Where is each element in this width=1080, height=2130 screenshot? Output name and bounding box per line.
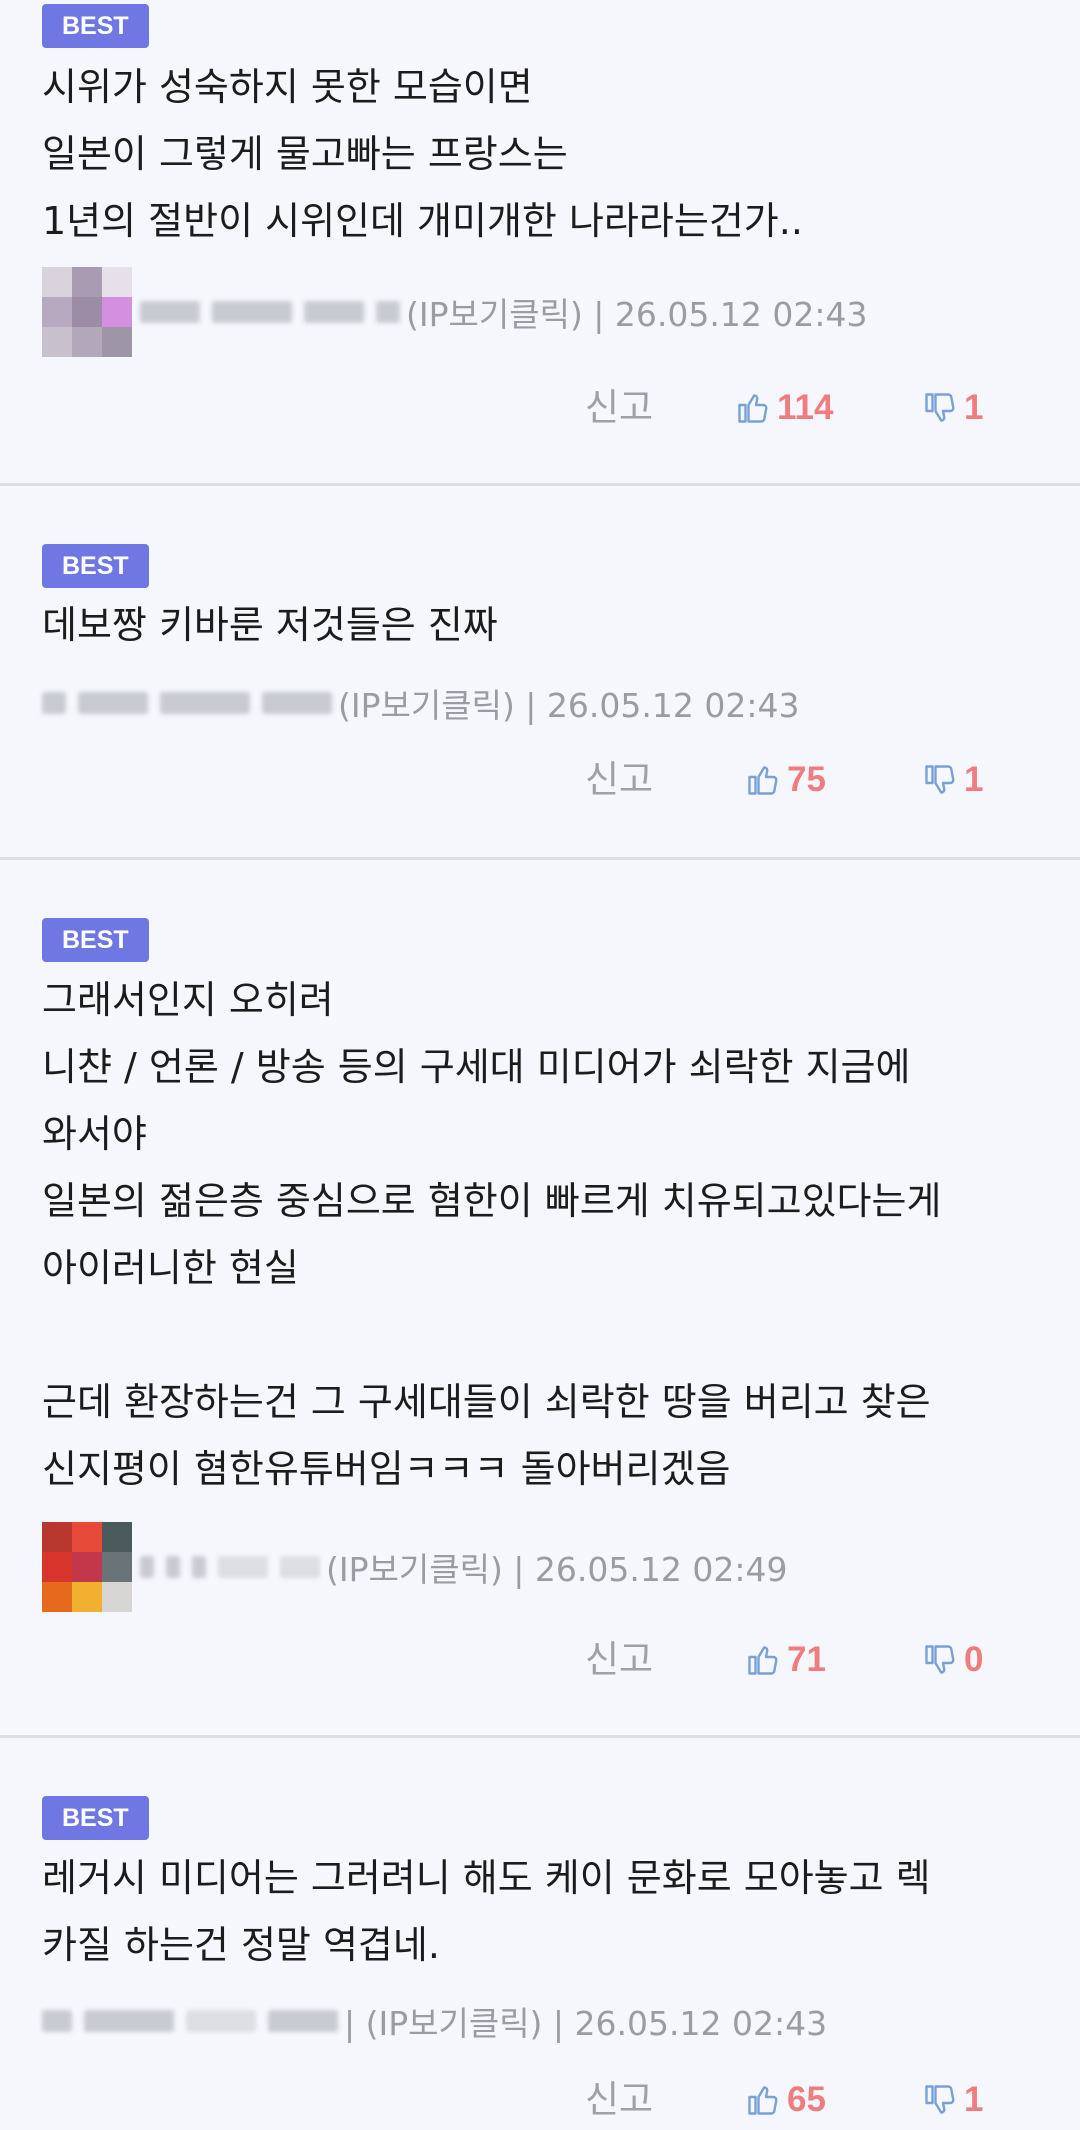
comment-actions: 신고 114 1 bbox=[0, 378, 1080, 438]
best-badge: BEST bbox=[42, 4, 149, 48]
comment-line: 일본이 그렇게 물고빠는 프랑스는 bbox=[42, 132, 568, 176]
comment-meta: (IP보기클릭) | 26.05.12 02:43 bbox=[42, 658, 799, 748]
like-count: 75 bbox=[787, 760, 826, 799]
comment-body: 데보짱 키바룬 저것들은 진짜 bbox=[42, 592, 1042, 659]
comment-meta-text[interactable]: | (IP보기클릭) | 26.05.12 02:43 bbox=[344, 1997, 827, 2045]
like-count: 71 bbox=[787, 1640, 826, 1679]
report-button[interactable]: 신고 bbox=[585, 2070, 653, 2130]
like-button[interactable]: 71 bbox=[745, 1630, 826, 1690]
comment-meta: (IP보기클릭) | 26.05.12 02:43 bbox=[42, 267, 867, 357]
like-button[interactable]: 65 bbox=[745, 2070, 826, 2130]
comment-line: 아이러니한 현실 bbox=[42, 1246, 299, 1290]
comment-body: 그래서인지 오히려 니챤 / 언론 / 방송 등의 구세대 미디어가 쇠락한 지… bbox=[42, 967, 1042, 1503]
comment-item: BEST 시위가 성숙하지 못한 모습이면 일본이 그렇게 물고빠는 프랑스는 … bbox=[0, 0, 1080, 486]
comment-line: 데보짱 키바룬 저것들은 진짜 bbox=[42, 603, 498, 647]
comment-line: 그래서인지 오히려 bbox=[42, 978, 334, 1022]
comment-item: BEST 데보짱 키바룬 저것들은 진짜 (IP보기클릭) | 26.05.12… bbox=[0, 486, 1080, 860]
comment-line: 와서야 bbox=[42, 1112, 147, 1156]
best-badge: BEST bbox=[42, 544, 149, 588]
comment-item: BEST 그래서인지 오히려 니챤 / 언론 / 방송 등의 구세대 미디어가 … bbox=[0, 860, 1080, 1738]
comment-meta: | (IP보기클릭) | 26.05.12 02:43 bbox=[42, 1976, 827, 2066]
dislike-count: 1 bbox=[964, 2080, 984, 2119]
comment-line: 카질 하는건 정말 역겹네. bbox=[42, 1923, 440, 1967]
best-badge: BEST bbox=[42, 918, 149, 962]
dislike-button[interactable]: 1 bbox=[922, 750, 983, 810]
thumbs-down-icon bbox=[925, 1645, 955, 1674]
report-button[interactable]: 신고 bbox=[585, 378, 653, 438]
comment-meta-text[interactable]: (IP보기클릭) | 26.05.12 02:49 bbox=[326, 1543, 787, 1591]
comment-line: 시위가 성숙하지 못한 모습이면 bbox=[42, 65, 533, 109]
comment-body: 레거시 미디어는 그러려니 해도 케이 문화로 모아놓고 렉 카질 하는건 정말… bbox=[42, 1845, 1042, 1979]
comment-actions: 신고 75 1 bbox=[0, 750, 1080, 810]
comment-list: BEST 시위가 성숙하지 못한 모습이면 일본이 그렇게 물고빠는 프랑스는 … bbox=[0, 0, 1080, 2130]
comment-line: 근데 환장하는건 그 구세대들이 쇠락한 땅을 버리고 찾은 bbox=[42, 1380, 931, 1424]
avatar[interactable] bbox=[42, 267, 132, 357]
author-name-blurred[interactable] bbox=[140, 1556, 320, 1578]
comment-line: 1년의 절반이 시위인데 개미개한 나라라는건가.. bbox=[42, 199, 803, 243]
comment-line bbox=[42, 1302, 1042, 1369]
thumbs-down-icon bbox=[925, 393, 955, 422]
dislike-count: 1 bbox=[964, 388, 984, 427]
like-count: 114 bbox=[777, 388, 834, 427]
thumbs-up-icon bbox=[748, 766, 778, 795]
thumbs-up-icon bbox=[748, 1646, 778, 1675]
comment-line: 레거시 미디어는 그러려니 해도 케이 문화로 모아놓고 렉 bbox=[42, 1856, 931, 1900]
comment-actions: 신고 71 0 bbox=[0, 1630, 1080, 1690]
report-button[interactable]: 신고 bbox=[585, 1630, 653, 1690]
comment-item: BEST 레거시 미디어는 그러려니 해도 케이 문화로 모아놓고 렉 카질 하… bbox=[0, 1738, 1080, 2130]
author-name-blurred[interactable] bbox=[140, 301, 400, 323]
comment-meta-text[interactable]: (IP보기클릭) | 26.05.12 02:43 bbox=[338, 679, 799, 727]
dislike-button[interactable]: 1 bbox=[922, 378, 983, 438]
thumbs-down-icon bbox=[925, 765, 955, 794]
comment-line: 일본의 젊은층 중심으로 혐한이 빠르게 치유되고있다는게 bbox=[42, 1179, 942, 1223]
dislike-count: 1 bbox=[964, 760, 984, 799]
comment-line: 신지평이 혐한유튜버임ㅋㅋㅋ 돌아버리겠음 bbox=[42, 1447, 731, 1491]
author-name-blurred[interactable] bbox=[42, 692, 332, 714]
like-button[interactable]: 75 bbox=[745, 750, 826, 810]
like-count: 65 bbox=[787, 2080, 826, 2119]
thumbs-up-icon bbox=[748, 2086, 778, 2115]
dislike-button[interactable]: 0 bbox=[922, 1630, 983, 1690]
avatar[interactable] bbox=[42, 1522, 132, 1612]
dislike-count: 0 bbox=[964, 1640, 984, 1679]
author-name-blurred[interactable] bbox=[42, 2010, 338, 2032]
comment-meta-text[interactable]: (IP보기클릭) | 26.05.12 02:43 bbox=[406, 288, 867, 336]
comment-actions: 신고 65 1 bbox=[0, 2070, 1080, 2130]
comment-body: 시위가 성숙하지 못한 모습이면 일본이 그렇게 물고빠는 프랑스는 1년의 절… bbox=[42, 54, 1042, 255]
dislike-button[interactable]: 1 bbox=[922, 2070, 983, 2130]
best-badge: BEST bbox=[42, 1796, 149, 1840]
like-button[interactable]: 114 bbox=[735, 378, 833, 438]
thumbs-up-icon bbox=[738, 394, 768, 423]
thumbs-down-icon bbox=[925, 2085, 955, 2114]
comment-meta: (IP보기클릭) | 26.05.12 02:49 bbox=[42, 1522, 787, 1612]
report-button[interactable]: 신고 bbox=[585, 750, 653, 810]
comment-line: 니챤 / 언론 / 방송 등의 구세대 미디어가 쇠락한 지금에 bbox=[42, 1045, 911, 1089]
